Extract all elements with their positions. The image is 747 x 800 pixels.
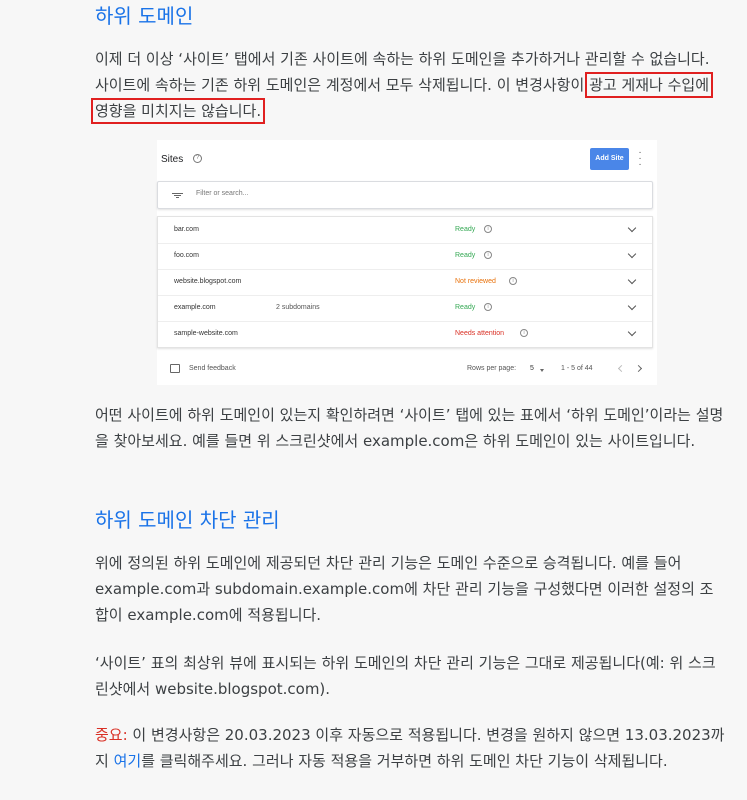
row-status: Ready (455, 226, 476, 233)
filter-icon (172, 193, 183, 198)
row-status: Ready (455, 304, 476, 311)
top-level-paragraph: ‘사이트’ 표의 최상위 뷰에 표시되는 하위 도메인의 차단 관리 기능은 그… (95, 654, 716, 698)
important-text-b: 를 클릭해주세요. 그러나 자동 적용을 거부하면 하위 도메인 차단 기능이 … (141, 752, 668, 770)
intro-paragraph: 이제 더 이상 ‘사이트’ 탭에서 기존 사이트에 속하는 하위 도메인을 추가… (91, 46, 725, 124)
subdomain-check-paragraph: 어떤 사이트에 하위 도메인이 있는지 확인하려면 ‘사이트’ 탭에 있는 표에… (95, 406, 724, 450)
chevron-down-icon[interactable] (627, 275, 637, 285)
info-icon[interactable]: i (484, 225, 492, 233)
send-feedback-link[interactable]: Send feedback (189, 365, 236, 372)
chevron-left-icon[interactable] (617, 364, 626, 373)
page-range: 1 - 5 of 44 (561, 365, 593, 372)
row-domain: bar.com (174, 226, 199, 233)
add-site-button[interactable]: Add Site (590, 148, 629, 170)
table-row[interactable]: bar.com Ready i (158, 217, 652, 244)
help-icon: ? (193, 154, 202, 163)
important-label: 중요: (95, 726, 128, 744)
info-icon[interactable]: i (484, 251, 492, 259)
table-row[interactable]: example.com 2 subdomains Ready i (158, 295, 652, 322)
chevron-down-icon[interactable] (627, 223, 637, 233)
table-row[interactable]: website.blogspot.com Not reviewed i (158, 269, 652, 296)
row-domain: sample-website.com (174, 330, 238, 337)
row-subdomains: 2 subdomains (276, 304, 320, 311)
rows-per-page-label: Rows per page: (467, 365, 517, 372)
sites-table: bar.com Ready i foo.com Ready i website.… (157, 216, 653, 348)
row-domain: foo.com (174, 252, 199, 259)
info-icon[interactable]: i (484, 303, 492, 311)
row-status: Needs attention (455, 330, 505, 337)
section-heading-blocking: 하위 도메인 차단 관리 (95, 508, 280, 532)
important-paragraph: 중요: 이 변경사항은 20.03.2023 이후 자동으로 적용됩니다. 변경… (95, 722, 725, 774)
row-status: Ready (455, 252, 476, 259)
row-domain: example.com (174, 304, 216, 311)
feedback-icon (170, 364, 180, 373)
sites-screenshot: Sites ? Add Site · · · Filter or search...… (157, 140, 657, 385)
chevron-right-icon[interactable] (634, 364, 643, 373)
filter-bar[interactable]: Filter or search... (157, 181, 653, 209)
info-icon[interactable]: i (520, 329, 528, 337)
chevron-down-icon[interactable] (627, 301, 637, 311)
blocking-paragraph: 위에 정의된 하위 도메인에 제공되던 차단 관리 기능은 도메인 수준으로 승… (95, 554, 714, 624)
info-icon[interactable]: i (509, 277, 517, 285)
filter-input[interactable]: Filter or search... (196, 190, 249, 197)
chevron-down-icon[interactable] (627, 249, 637, 259)
dropdown-arrow-icon[interactable] (540, 369, 544, 372)
table-row[interactable]: foo.com Ready i (158, 243, 652, 270)
row-status: Not reviewed (455, 278, 496, 285)
here-link[interactable]: 여기 (114, 752, 142, 770)
more-options-icon[interactable]: · · · (638, 148, 642, 170)
section-heading-subdomains: 하위 도메인 (95, 4, 194, 28)
row-domain: website.blogspot.com (174, 278, 242, 285)
sites-title: Sites (161, 154, 184, 165)
table-row[interactable]: sample-website.com Needs attention i (158, 321, 652, 347)
chevron-down-icon[interactable] (627, 327, 637, 337)
rows-per-page-select[interactable]: 5 (530, 365, 534, 372)
